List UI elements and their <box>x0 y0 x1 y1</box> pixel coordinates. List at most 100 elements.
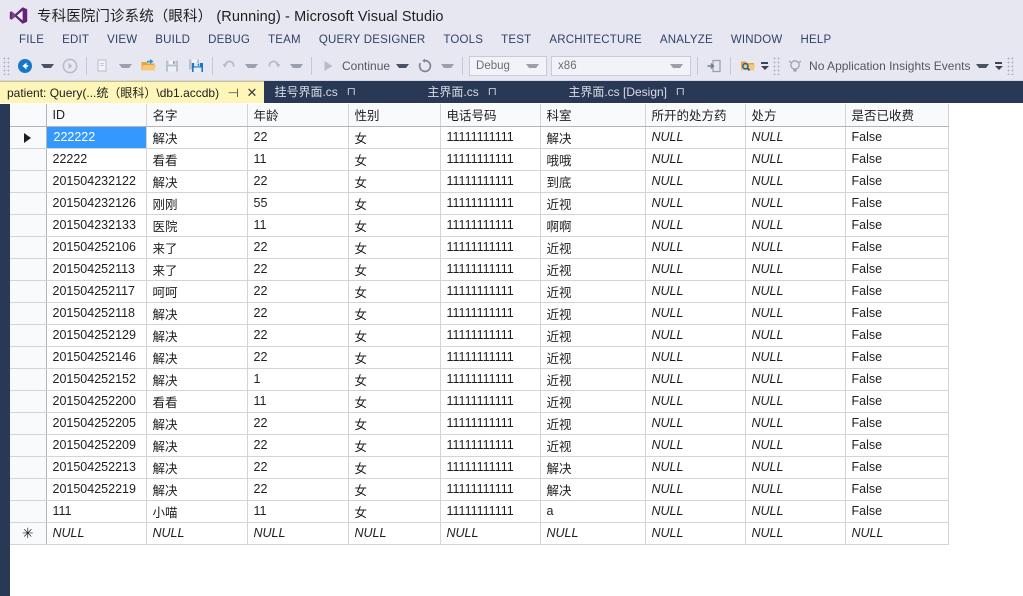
table-row[interactable]: 201504252219 解决 22 女 11111111111 解决 NULL NULL Fa… <box>10 478 949 501</box>
menu-item-help[interactable]: HELP <box>792 30 841 51</box>
menu-item-analyze[interactable]: ANALYZE <box>651 30 722 51</box>
table-cell[interactable]: False <box>845 236 949 259</box>
tab-guahao-interface-cs[interactable]: 挂号界面.cs ⊓ <box>264 81 369 103</box>
table-cell[interactable]: 来了 <box>146 236 248 259</box>
table-cell[interactable]: NULL <box>645 148 746 171</box>
row-header-cell[interactable] <box>10 390 47 413</box>
table-cell[interactable]: 201504252205 <box>46 412 147 435</box>
row-header-cell[interactable] <box>10 302 47 325</box>
table-cell[interactable]: False <box>845 346 949 369</box>
table-cell[interactable]: NULL <box>645 170 746 193</box>
table-row[interactable]: 201504252152 解决 1 女 11111111111 近视 NULL NULL Fal… <box>10 368 949 391</box>
table-cell[interactable]: NULL <box>645 500 746 523</box>
table-row[interactable]: 22222 看看 11 女 11111111111 哦哦 NULL NULL False <box>10 148 949 171</box>
table-cell[interactable]: NULL <box>745 148 846 171</box>
column-header-phone[interactable]: 电话号码 <box>440 104 541 127</box>
table-cell[interactable]: False <box>845 148 949 171</box>
table-cell[interactable]: 解决 <box>540 478 646 501</box>
row-header-cell[interactable] <box>10 280 47 303</box>
table-cell[interactable]: 22 <box>247 236 349 259</box>
table-cell[interactable]: 201504252152 <box>46 368 147 391</box>
table-cell[interactable]: 解决 <box>146 324 248 347</box>
table-cell[interactable]: False <box>845 258 949 281</box>
table-cell[interactable]: 11111111111 <box>440 412 541 435</box>
table-cell[interactable]: NULL <box>745 456 846 479</box>
table-cell[interactable]: NULL <box>745 412 846 435</box>
table-row[interactable]: 201504232126 刚刚 55 女 11111111111 近视 NULL NULL Fa… <box>10 192 949 215</box>
table-cell[interactable]: NULL <box>645 280 746 303</box>
toolbar-overflow-button[interactable] <box>759 55 770 77</box>
table-cell[interactable]: 11 <box>247 148 349 171</box>
tab-main-interface-cs[interactable]: 主界面.cs ⊓ <box>369 81 510 103</box>
table-cell[interactable]: 近视 <box>540 324 646 347</box>
table-cell[interactable]: 女 <box>348 412 441 435</box>
table-cell[interactable]: 解决 <box>146 170 248 193</box>
table-cell[interactable]: NULL <box>645 434 746 457</box>
table-cell[interactable]: NULL <box>745 346 846 369</box>
table-cell[interactable]: 解决 <box>146 412 248 435</box>
table-row[interactable]: 201504252129 解决 22 女 11111111111 近视 NULL NULL Fa… <box>10 324 949 347</box>
table-cell[interactable]: NULL <box>745 258 846 281</box>
table-cell[interactable]: 22 <box>247 324 349 347</box>
continue-label[interactable]: Continue <box>340 59 392 73</box>
table-row[interactable]: 201504252146 解决 22 女 11111111111 近视 NULL NULL Fa… <box>10 346 949 369</box>
table-cell[interactable]: 解决 <box>146 434 248 457</box>
table-cell[interactable]: 22 <box>247 346 349 369</box>
table-cell[interactable]: 近视 <box>540 236 646 259</box>
row-header-cell[interactable] <box>10 368 47 391</box>
navigate-back-button[interactable] <box>13 55 37 77</box>
row-header-new-row-marker[interactable]: ✳ <box>10 522 47 545</box>
table-row[interactable]: 201504252205 解决 22 女 11111111111 近视 NULL NULL Fa… <box>10 412 949 435</box>
table-cell[interactable]: False <box>845 192 949 215</box>
table-cell[interactable]: False <box>845 412 949 435</box>
table-cell[interactable]: 女 <box>348 148 441 171</box>
table-cell[interactable]: NULL <box>645 236 746 259</box>
table-cell[interactable]: 11111111111 <box>440 258 541 281</box>
table-cell[interactable]: 近视 <box>540 302 646 325</box>
menu-item-build[interactable]: BUILD <box>146 30 199 51</box>
menu-item-view[interactable]: VIEW <box>98 30 146 51</box>
menu-item-window[interactable]: WINDOW <box>722 30 792 51</box>
table-row[interactable]: 201504252117 呵呵 22 女 11111111111 近视 NULL NULL Fa… <box>10 280 949 303</box>
close-tab-icon[interactable]: ✕ <box>247 86 258 99</box>
row-header-cell[interactable] <box>10 346 47 369</box>
table-cell[interactable]: 22 <box>247 302 349 325</box>
row-header-cell[interactable] <box>10 236 47 259</box>
table-cell[interactable]: 近视 <box>540 434 646 457</box>
table-cell[interactable]: 11 <box>247 390 349 413</box>
table-cell[interactable]: 女 <box>348 126 441 149</box>
table-cell[interactable]: False <box>845 126 949 149</box>
table-cell[interactable]: 111 <box>46 500 147 523</box>
menu-item-architecture[interactable]: ARCHITECTURE <box>540 30 651 51</box>
table-cell[interactable]: 201504252219 <box>46 478 147 501</box>
table-cell[interactable]: 22 <box>247 258 349 281</box>
table-cell[interactable]: 22 <box>247 456 349 479</box>
table-cell[interactable]: NULL <box>645 522 746 545</box>
table-cell[interactable]: NULL <box>745 302 846 325</box>
table-cell[interactable]: 啊啊 <box>540 214 646 237</box>
table-cell[interactable]: NULL <box>645 412 746 435</box>
table-cell[interactable]: 解决 <box>146 368 248 391</box>
menu-item-file[interactable]: FILE <box>10 30 53 51</box>
table-cell[interactable]: 22222 <box>46 148 147 171</box>
table-cell[interactable]: NULL <box>745 368 846 391</box>
table-cell[interactable]: 女 <box>348 192 441 215</box>
table-cell[interactable]: 11111111111 <box>440 192 541 215</box>
row-header-cell[interactable] <box>10 214 47 237</box>
table-cell[interactable]: 近视 <box>540 390 646 413</box>
table-cell[interactable]: 女 <box>348 324 441 347</box>
table-cell[interactable]: NULL <box>645 258 746 281</box>
table-cell[interactable]: 11111111111 <box>440 236 541 259</box>
restart-button[interactable] <box>413 55 437 77</box>
table-cell[interactable]: NULL <box>645 478 746 501</box>
table-cell[interactable]: NULL <box>745 522 846 545</box>
navigate-back-dropdown-icon[interactable] <box>41 63 54 68</box>
table-cell[interactable]: 女 <box>348 346 441 369</box>
table-cell[interactable]: 看看 <box>146 148 248 171</box>
table-cell[interactable]: NULL <box>745 126 846 149</box>
column-header-prescription[interactable]: 处方 <box>745 104 846 127</box>
table-cell[interactable]: a <box>540 500 646 523</box>
table-cell[interactable]: NULL <box>645 456 746 479</box>
toolbar-overflow-button[interactable] <box>993 55 1004 77</box>
pin-tab-icon[interactable]: ⊓ <box>487 86 496 98</box>
